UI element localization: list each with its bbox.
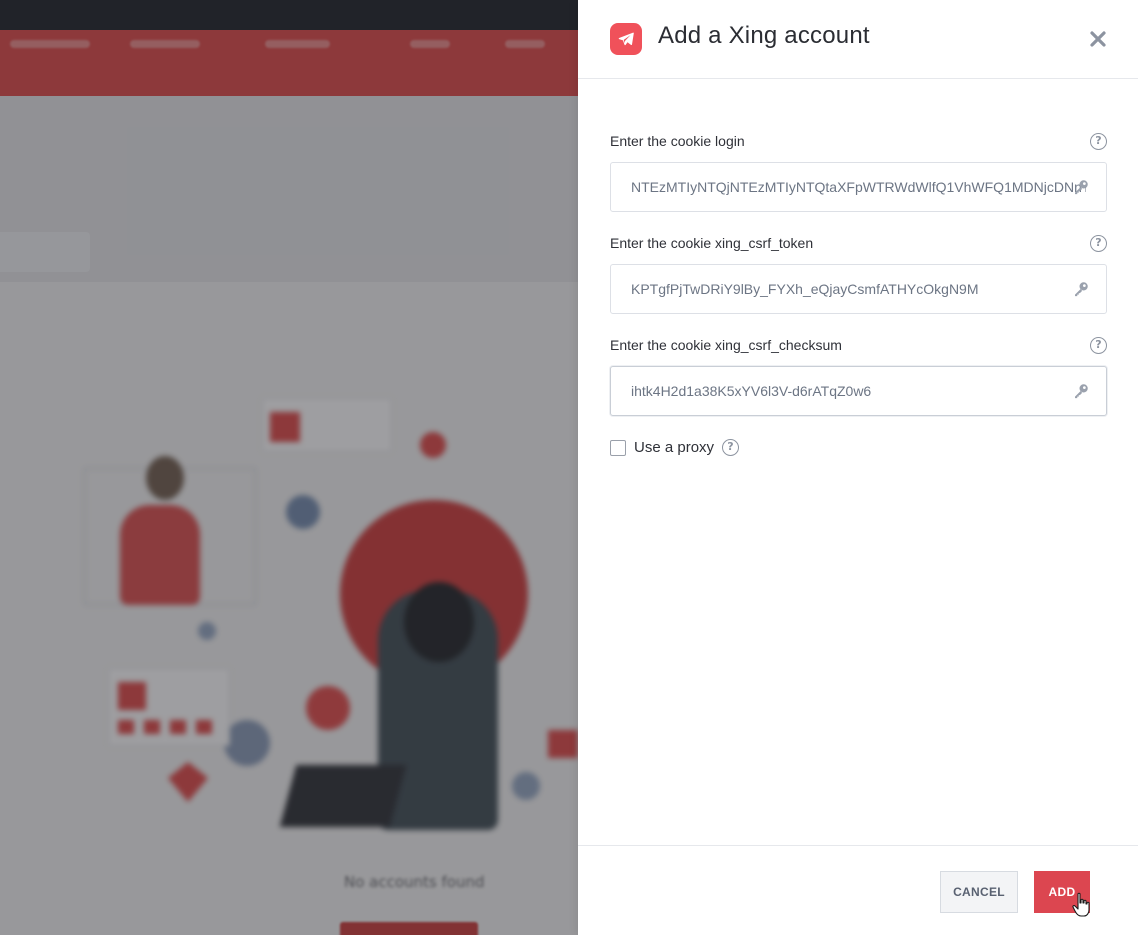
cookie-login-field[interactable] xyxy=(610,162,1107,212)
help-icon[interactable]: ? xyxy=(1090,133,1107,150)
csrf-token-input[interactable] xyxy=(631,265,1086,313)
csrf-token-label: Enter the cookie xing_csrf_token xyxy=(610,235,814,251)
csrf-checksum-input[interactable] xyxy=(631,367,1086,415)
close-button[interactable] xyxy=(1086,27,1110,51)
csrf-checksum-field[interactable] xyxy=(610,366,1107,416)
panel-header: Add a Xing account xyxy=(578,0,1138,79)
csrf-token-field[interactable] xyxy=(610,264,1107,314)
help-icon[interactable]: ? xyxy=(1090,235,1107,252)
add-account-panel: Add a Xing account Enter the cookie logi… xyxy=(578,0,1138,935)
cancel-button[interactable]: CANCEL xyxy=(940,871,1018,913)
key-icon xyxy=(1075,384,1088,399)
help-icon[interactable]: ? xyxy=(722,439,739,456)
use-proxy-checkbox[interactable] xyxy=(610,440,626,456)
close-icon xyxy=(1090,31,1106,47)
panel-title: Add a Xing account xyxy=(658,22,870,49)
key-icon xyxy=(1075,180,1088,195)
hand-cursor-icon xyxy=(1072,892,1090,917)
cookie-login-input[interactable] xyxy=(631,163,1086,211)
cookie-login-label: Enter the cookie login xyxy=(610,133,745,149)
panel-footer: CANCEL ADD xyxy=(578,845,1138,935)
key-icon xyxy=(1075,282,1088,297)
use-proxy-label[interactable]: Use a proxy xyxy=(634,439,714,456)
send-icon xyxy=(610,23,642,55)
csrf-checksum-label: Enter the cookie xing_csrf_checksum xyxy=(610,337,842,353)
modal-overlay[interactable] xyxy=(0,0,578,935)
help-icon[interactable]: ? xyxy=(1090,337,1107,354)
